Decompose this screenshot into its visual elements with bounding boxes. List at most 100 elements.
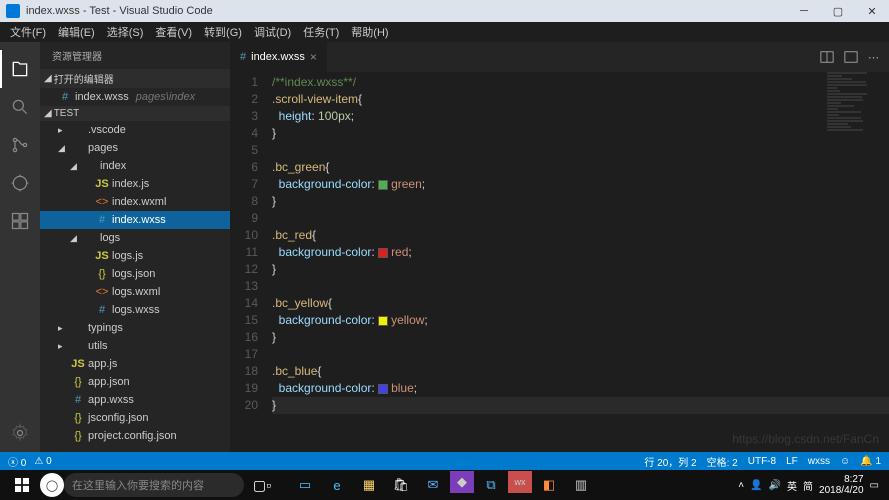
maximize-button[interactable]: ▢ [821, 0, 855, 22]
tray-up-icon[interactable]: ˄ [738, 480, 744, 491]
hash-icon: # [71, 394, 85, 406]
close-button[interactable]: ✕ [855, 0, 889, 22]
tree-item-index-wxml[interactable]: <>index.wxml [40, 193, 230, 211]
extensions-icon[interactable] [0, 202, 40, 240]
menu-item[interactable]: 转到(G) [198, 22, 248, 42]
tray-notifications-icon[interactable]: ▭ [870, 480, 879, 491]
tree-item-project-config-json[interactable]: {}project.config.json [40, 427, 230, 445]
minimap[interactable] [827, 72, 877, 272]
brace-icon: {} [95, 268, 109, 280]
code-editor[interactable]: 1234567891011121314151617181920 /**index… [230, 72, 889, 452]
code-content[interactable]: /**index.wxss**/.scroll-view-item{ heigh… [272, 72, 889, 452]
cortana-icon[interactable]: ◯ [40, 473, 64, 497]
taskbar-mail[interactable]: ✉ [418, 471, 448, 499]
menu-item[interactable]: 任务(T) [297, 22, 345, 42]
task-view-icon[interactable]: ▢▫ [244, 471, 280, 499]
tray-ime2[interactable]: 简 [803, 478, 813, 493]
menu-item[interactable]: 文件(F) [4, 22, 52, 42]
hash-icon: # [95, 304, 109, 316]
status-feedback[interactable]: ☺ [840, 456, 850, 467]
tree-item-app-js[interactable]: JSapp.js [40, 355, 230, 373]
taskbar-explorer[interactable]: ▦ [354, 471, 384, 499]
tree-item-utils[interactable]: ▸utils [40, 337, 230, 355]
tab-close-icon[interactable]: × [310, 50, 317, 64]
taskbar-app2[interactable]: ◆ [450, 471, 474, 493]
tree-item-logs-wxss[interactable]: #logs.wxss [40, 301, 230, 319]
status-notifications[interactable]: 🔔 1 [860, 456, 881, 467]
open-file-path: pages\index [136, 91, 195, 103]
windows-taskbar: ◯ 在这里输入你要搜索的内容 ▢▫ ▭ e ▦ 🛍 ✉ ◆ ⧉ wx ◧ ▥ ˄… [0, 470, 889, 500]
tray-people-icon[interactable]: 👤 [750, 480, 762, 491]
menu-item[interactable]: 帮助(H) [345, 22, 394, 42]
taskbar-app4[interactable]: ◧ [534, 471, 564, 499]
source-control-icon[interactable] [0, 126, 40, 164]
minimize-button[interactable]: ─ [787, 0, 821, 22]
taskbar-app3[interactable]: wx [508, 471, 532, 493]
search-icon[interactable] [0, 88, 40, 126]
tree-item-index-wxss[interactable]: #index.wxss [40, 211, 230, 229]
tree-item-app-json[interactable]: {}app.json [40, 373, 230, 391]
tray-clock[interactable]: 8:27 2018/4/20 [819, 474, 864, 496]
debug-icon[interactable] [0, 164, 40, 202]
tree-item-jsconfig-json[interactable]: {}jsconfig.json [40, 409, 230, 427]
tree-item-label: index [100, 160, 126, 172]
window-controls: ─ ▢ ✕ [787, 0, 889, 22]
taskbar-app5[interactable]: ▥ [566, 471, 596, 499]
open-editors-label: 打开的编辑器 [54, 71, 114, 86]
folder-root-header[interactable]: ◢TEST [40, 106, 230, 121]
tree-item-label: typings [88, 322, 123, 334]
tree-item-label: index.wxss [112, 214, 166, 226]
status-encoding[interactable]: UTF-8 [748, 456, 776, 467]
angle-icon: <> [95, 286, 109, 298]
angle-icon: <> [95, 196, 109, 208]
layout-icon[interactable] [844, 50, 858, 64]
taskbar-vscode[interactable]: ⧉ [476, 471, 506, 499]
tree-item-typings[interactable]: ▸typings [40, 319, 230, 337]
tray-ime1[interactable]: 英 [787, 478, 797, 493]
tree-item-label: app.json [88, 376, 130, 388]
taskbar-app[interactable]: ▭ [290, 471, 320, 499]
status-language[interactable]: wxss [808, 456, 830, 467]
tab-index-wxss[interactable]: # index.wxss × [230, 42, 328, 72]
status-spaces[interactable]: 空格: 2 [707, 454, 738, 469]
tree-item-label: utils [88, 340, 108, 352]
tree-item-label: .vscode [88, 124, 126, 136]
status-eol[interactable]: LF [786, 456, 798, 467]
window-title: index.wxss - Test - Visual Studio Code [26, 5, 213, 17]
status-errors[interactable]: ⓧ 0 [8, 454, 26, 469]
tree-item-label: jsconfig.json [88, 412, 149, 424]
tree-item-pages[interactable]: ◢pages [40, 139, 230, 157]
split-editor-icon[interactable] [820, 50, 834, 64]
tree-item-logs[interactable]: ◢logs [40, 229, 230, 247]
tree-item-label: logs.wxss [112, 304, 160, 316]
tray-network-icon[interactable]: 🔊 [769, 480, 781, 491]
tree-item-app-wxss[interactable]: #app.wxss [40, 391, 230, 409]
start-button[interactable] [4, 471, 40, 499]
menu-item[interactable]: 选择(S) [101, 22, 150, 42]
open-editor-item[interactable]: # index.wxss pages\index [40, 88, 230, 106]
explorer-icon[interactable] [0, 50, 40, 88]
js-icon: JS [95, 250, 109, 262]
tree-item-logs-wxml[interactable]: <>logs.wxml [40, 283, 230, 301]
settings-icon[interactable] [0, 414, 40, 452]
more-icon[interactable]: ⋯ [868, 51, 879, 64]
tree-item-index[interactable]: ◢index [40, 157, 230, 175]
taskbar-search[interactable]: 在这里输入你要搜索的内容 [64, 473, 244, 497]
titlebar: index.wxss - Test - Visual Studio Code ─… [0, 0, 889, 22]
sidebar: 资源管理器 ◢打开的编辑器 # index.wxss pages\index ◢… [40, 42, 230, 452]
tree-item--vscode[interactable]: ▸.vscode [40, 121, 230, 139]
taskbar-store[interactable]: 🛍 [386, 471, 416, 499]
open-editors-header[interactable]: ◢打开的编辑器 [40, 69, 230, 88]
status-warnings[interactable]: ⚠ 0 [34, 456, 51, 467]
menu-item[interactable]: 调试(D) [248, 22, 297, 42]
brace-icon: {} [71, 430, 85, 442]
status-line-col[interactable]: 行 20，列 2 [644, 454, 696, 469]
hash-icon: # [95, 214, 109, 226]
tree-item-logs-js[interactable]: JSlogs.js [40, 247, 230, 265]
taskbar-edge[interactable]: e [322, 471, 352, 499]
menu-item[interactable]: 查看(V) [149, 22, 198, 42]
tree-item-index-js[interactable]: JSindex.js [40, 175, 230, 193]
js-icon: JS [95, 178, 109, 190]
tree-item-logs-json[interactable]: {}logs.json [40, 265, 230, 283]
menu-item[interactable]: 编辑(E) [52, 22, 101, 42]
